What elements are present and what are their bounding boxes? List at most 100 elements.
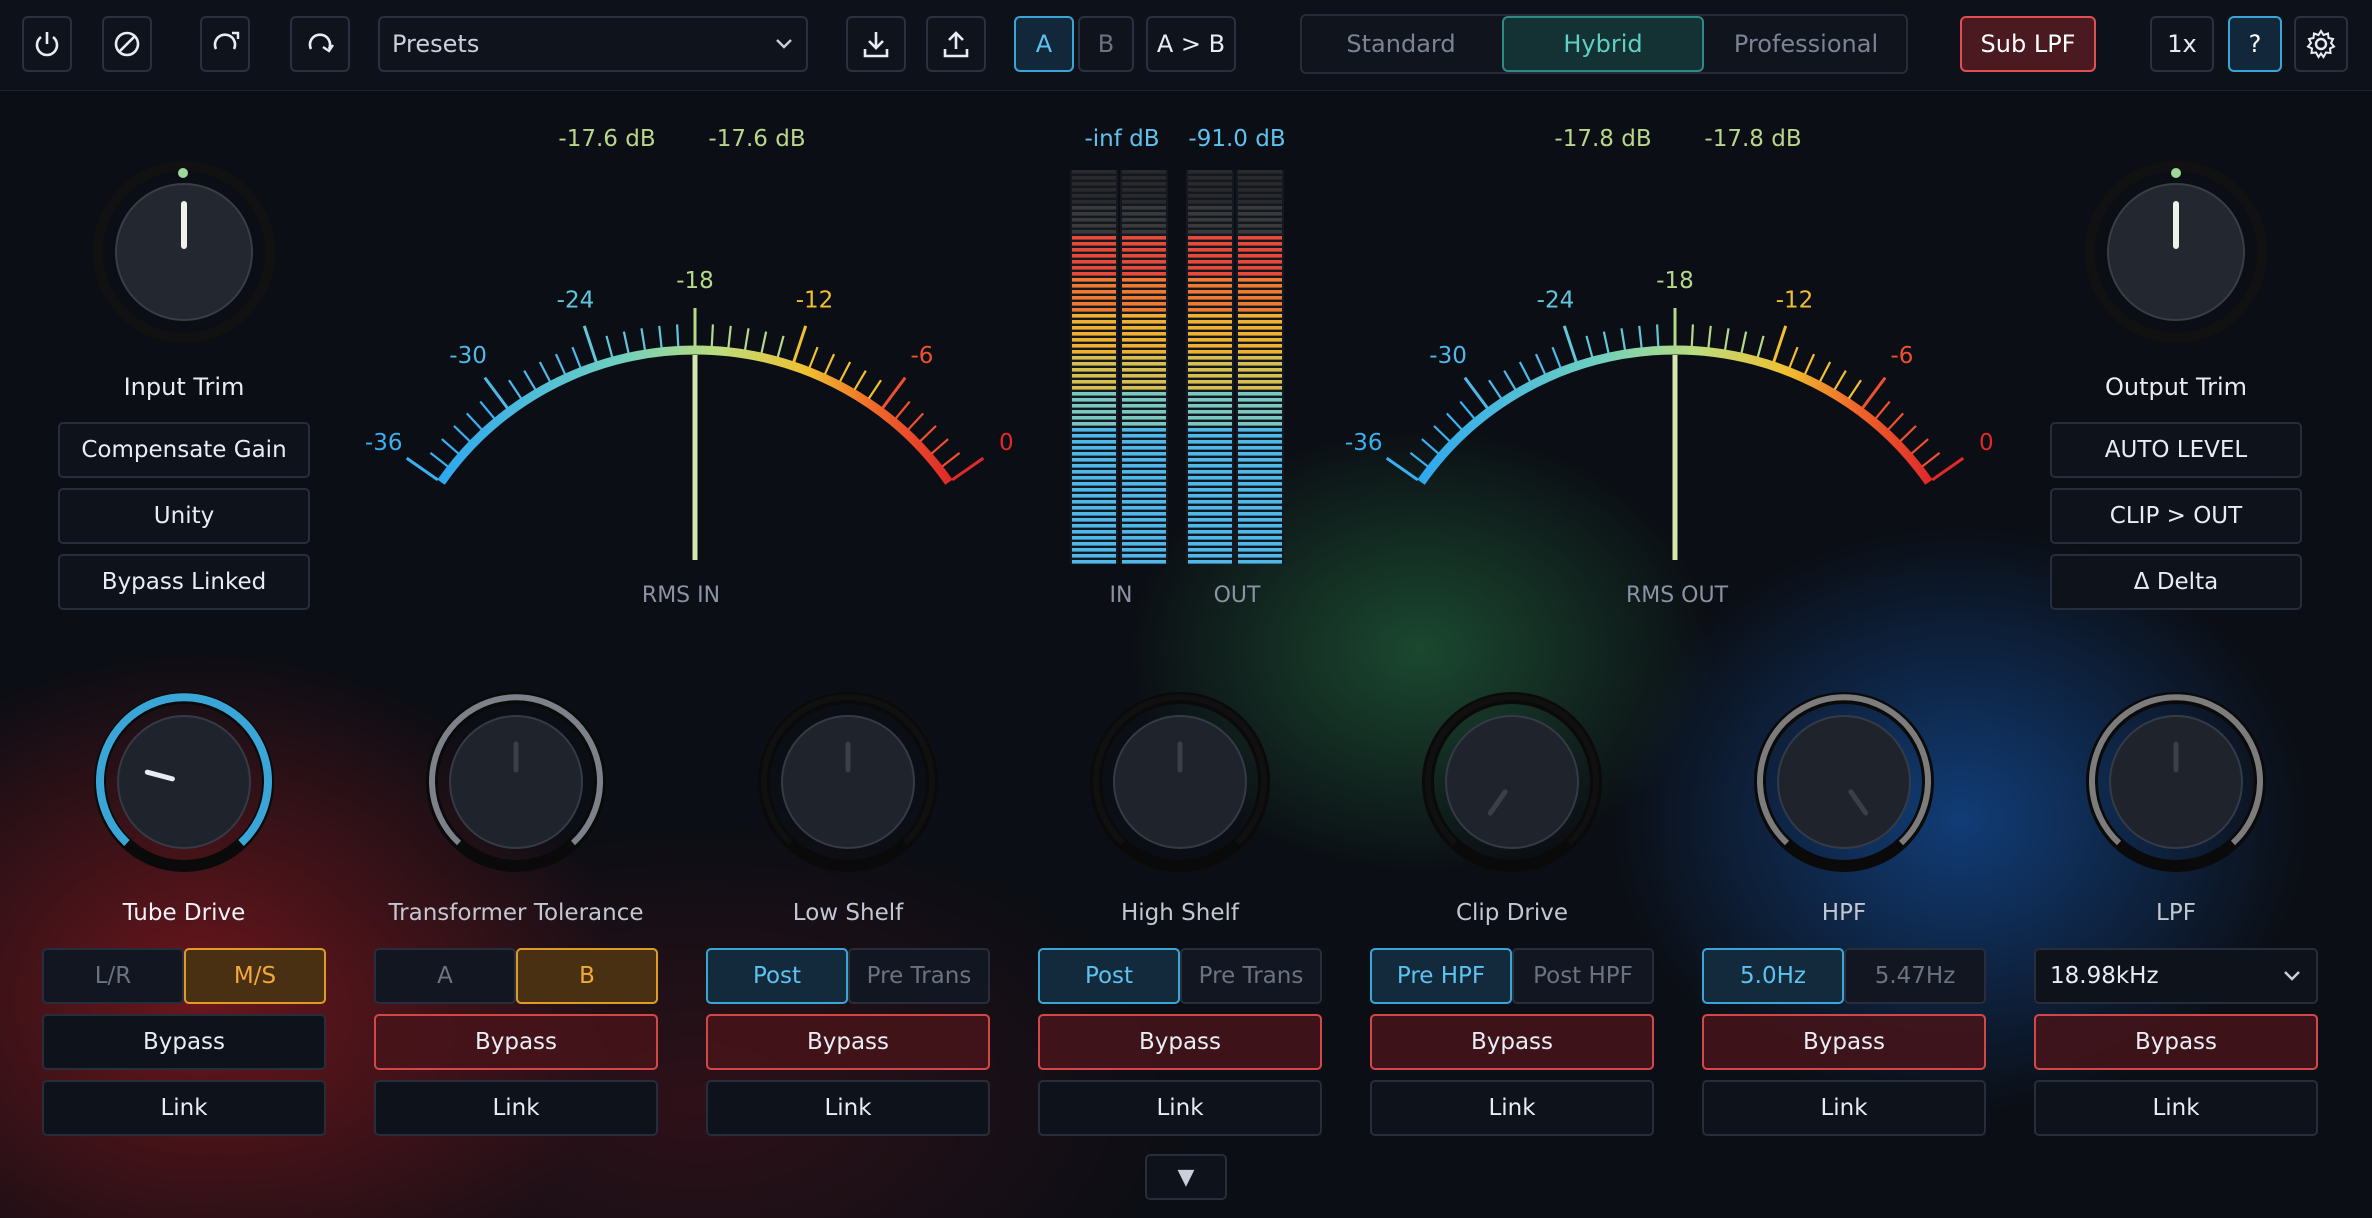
- transformer-tolerance-option-b[interactable]: B: [516, 948, 658, 1004]
- low-shelf-option-pre-trans[interactable]: Pre Trans: [848, 948, 990, 1004]
- zoom-button[interactable]: 1x: [2150, 16, 2214, 72]
- bypass-all-button[interactable]: [102, 16, 152, 72]
- hpf-option-5-0hz[interactable]: 5.0Hz: [1702, 948, 1844, 1004]
- tube-drive-link-button[interactable]: Link: [42, 1080, 326, 1136]
- sub-lpf-label: Sub LPF: [1980, 30, 2076, 58]
- mode-standard[interactable]: Standard: [1302, 16, 1500, 72]
- rms-out-tick: [1551, 346, 1562, 369]
- input-trim-knob[interactable]: [92, 160, 276, 348]
- peak-out-l-segment: [1188, 416, 1232, 420]
- settings-button[interactable]: [2294, 16, 2348, 72]
- clip-drive-link-button[interactable]: Link: [1370, 1080, 1654, 1136]
- clip-drive-knob[interactable]: [1420, 690, 1604, 878]
- high-shelf-option-post[interactable]: Post: [1038, 948, 1180, 1004]
- power-button[interactable]: [22, 16, 72, 72]
- peak-in-l-segment: [1072, 542, 1116, 546]
- low-shelf-option-post[interactable]: Post: [706, 948, 848, 1004]
- transformer-tolerance-bypass-button[interactable]: Bypass: [374, 1014, 658, 1070]
- output-trim-indicator-dot: [2171, 168, 2181, 178]
- ab-b-button[interactable]: B: [1078, 16, 1134, 72]
- redo-button[interactable]: [290, 16, 350, 72]
- rms-in-tick: [853, 370, 867, 391]
- output-trim-knob[interactable]: [2084, 160, 2268, 348]
- peak-out-r-segment: [1238, 356, 1282, 360]
- peak-out-l-segment: [1188, 488, 1232, 492]
- save-preset-button[interactable]: [846, 16, 906, 72]
- peak-out-r-segment: [1238, 218, 1282, 222]
- peak-in-r-segment: [1122, 416, 1166, 420]
- peak-out-r-segment: [1238, 272, 1282, 276]
- low-shelf-link-button[interactable]: Link: [706, 1080, 990, 1136]
- hpf-label: HPF: [1821, 900, 1867, 926]
- bypass-linked-button[interactable]: Bypass Linked: [58, 554, 310, 610]
- transformer-tolerance-label: Transformer Tolerance: [388, 900, 644, 926]
- compensate-gain-button[interactable]: Compensate Gain: [58, 422, 310, 478]
- transformer-tolerance-knob[interactable]: [424, 690, 608, 878]
- delta-button[interactable]: Δ Delta: [2050, 554, 2302, 610]
- sub-lpf-button[interactable]: Sub LPF: [1960, 16, 2096, 72]
- transformer-tolerance-option-toggle: AB: [374, 948, 658, 1004]
- peak-out-l-segment: [1188, 200, 1232, 204]
- lpf-link-button[interactable]: Link: [2034, 1080, 2318, 1136]
- peak-in-r-segment: [1122, 236, 1166, 240]
- hpf-link-button[interactable]: Link: [1702, 1080, 1986, 1136]
- ab-b-label: B: [1097, 30, 1115, 58]
- unity-button[interactable]: Unity: [58, 488, 310, 544]
- low-shelf-knob[interactable]: [756, 690, 940, 878]
- clip-drive-option-pre-hpf[interactable]: Pre HPF: [1370, 948, 1512, 1004]
- rms-in-tick: [441, 438, 460, 455]
- rms-in-tick: [823, 353, 836, 375]
- peak-out-r-segment: [1238, 230, 1282, 234]
- rms-out-tick: [1488, 379, 1503, 400]
- peak-out-readout: -91.0 dB: [1188, 126, 1286, 152]
- hpf-knob[interactable]: [1752, 690, 1936, 878]
- ab-copy-button[interactable]: A > B: [1146, 16, 1236, 72]
- export-preset-button[interactable]: [926, 16, 986, 72]
- transformer-tolerance-option-a[interactable]: A: [374, 948, 516, 1004]
- mode-hybrid[interactable]: Hybrid: [1502, 16, 1704, 72]
- presets-dropdown[interactable]: Presets: [378, 16, 808, 72]
- high-shelf-bypass-button[interactable]: Bypass: [1038, 1014, 1322, 1070]
- output-trim-label: Output Trim: [2104, 373, 2248, 401]
- clip-drive-bypass-button[interactable]: Bypass: [1370, 1014, 1654, 1070]
- peak-out-r-segment: [1238, 248, 1282, 252]
- rms-in-tick: [894, 400, 911, 420]
- peak-out-r-segment: [1238, 524, 1282, 528]
- peak-in-r-segment: [1122, 392, 1166, 396]
- peak-in-r-segment: [1122, 368, 1166, 372]
- tube-drive-option-l-r[interactable]: L/R: [42, 948, 184, 1004]
- rms-in-tick: [867, 379, 882, 400]
- low-shelf-bypass-button[interactable]: Bypass: [706, 1014, 990, 1070]
- lpf-knob[interactable]: [2084, 690, 2268, 878]
- clip-drive-option-post-hpf[interactable]: Post HPF: [1512, 948, 1654, 1004]
- peak-out-l-segment: [1188, 176, 1232, 180]
- tube-drive-knob[interactable]: [92, 690, 276, 878]
- peak-out-l-segment: [1188, 476, 1232, 480]
- hpf-option-5-47hz[interactable]: 5.47Hz: [1844, 948, 1986, 1004]
- rms-out-scale-label: -18: [1656, 268, 1694, 294]
- high-shelf-link-button[interactable]: Link: [1038, 1080, 1322, 1136]
- peak-in-l-segment: [1072, 410, 1116, 414]
- high-shelf-knob[interactable]: [1088, 690, 1272, 878]
- transformer-tolerance-link-button[interactable]: Link: [374, 1080, 658, 1136]
- undo-button[interactable]: [200, 16, 250, 72]
- rms-in-label: RMS IN: [641, 583, 721, 608]
- auto-level-button[interactable]: AUTO LEVEL: [2050, 422, 2302, 478]
- tube-drive-bypass-button[interactable]: Bypass: [42, 1014, 326, 1070]
- tube-drive-option-m-s[interactable]: M/S: [184, 948, 326, 1004]
- peak-in-l-segment: [1072, 452, 1116, 456]
- expand-panel-button[interactable]: ▼: [1145, 1154, 1227, 1200]
- clip-out-button[interactable]: CLIP > OUT: [2050, 488, 2302, 544]
- high-shelf-option-pre-trans[interactable]: Pre Trans: [1180, 948, 1322, 1004]
- hpf-bypass-button[interactable]: Bypass: [1702, 1014, 1986, 1070]
- peak-out-r-segment: [1238, 224, 1282, 228]
- ab-a-button[interactable]: A: [1014, 16, 1074, 72]
- peak-out-l-segment: [1188, 338, 1232, 342]
- mode-professional[interactable]: Professional: [1706, 16, 1906, 72]
- help-button[interactable]: ?: [2228, 16, 2282, 72]
- lpf-bypass-button[interactable]: Bypass: [2034, 1014, 2318, 1070]
- peak-in-r-segment: [1122, 446, 1166, 450]
- lpf-cutoff-dropdown[interactable]: 18.98kHz: [2034, 948, 2318, 1004]
- peak-out-l-segment: [1188, 470, 1232, 474]
- rms-out-tick: [1385, 456, 1419, 482]
